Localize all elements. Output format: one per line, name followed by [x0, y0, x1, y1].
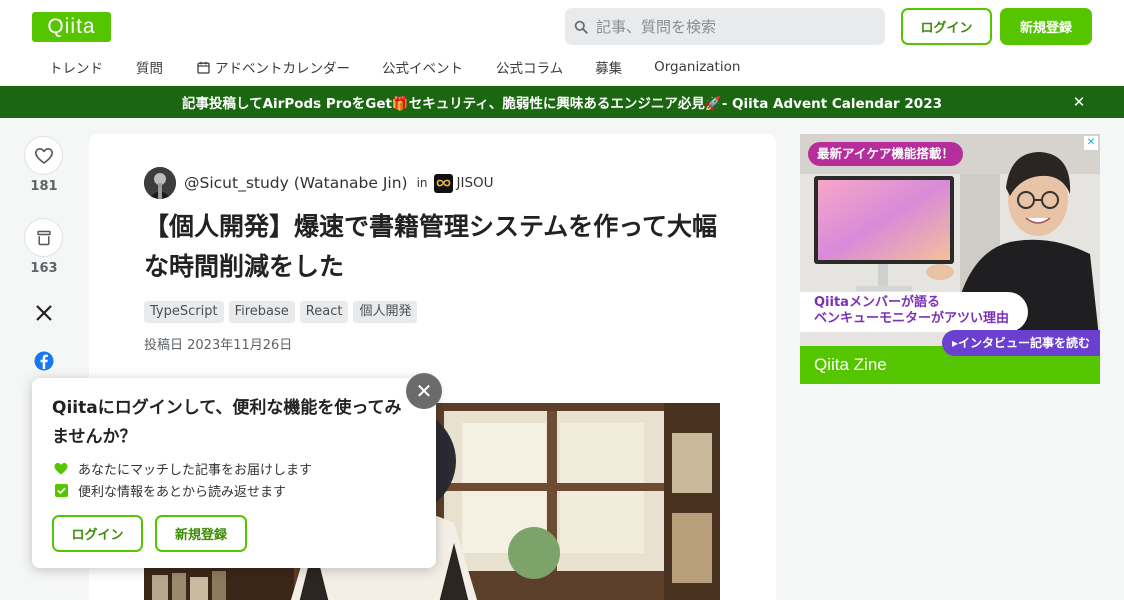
green-heart-icon	[54, 462, 68, 476]
article-title: 【個人開発】爆速で書籍管理システムを作って大幅な時間削減をした	[144, 212, 718, 281]
search-box[interactable]	[565, 8, 885, 45]
facebook-share-icon[interactable]	[33, 350, 55, 372]
header-signup-button[interactable]: 新規登録	[1000, 8, 1092, 45]
calendar-icon	[197, 61, 210, 74]
ad-caption-line1: Qiitaメンバーが語る	[814, 295, 940, 310]
ad-cta-button[interactable]: ▸インタビュー記事を読む	[941, 330, 1100, 356]
green-check-icon	[54, 484, 68, 498]
nav-official-columns[interactable]: 公式コラム	[496, 56, 563, 78]
ad-headline-pill: 最新アイケア機能搭載！	[808, 142, 963, 166]
like-button[interactable]	[24, 136, 63, 175]
tag-react[interactable]: React	[299, 301, 349, 323]
popup-feature-2-label: 便利な情報をあとから読み返せます	[78, 485, 287, 500]
stock-count: 163	[30, 261, 58, 276]
author-name[interactable]: @Sicut_study (Watanabe Jin)	[184, 174, 408, 192]
nav-recruitment[interactable]: 募集	[595, 56, 622, 78]
sidebar-ad[interactable]: 最新アイケア機能搭載！ ✕ Qiitaメンバーが語る ベンキューモニターがアツい…	[800, 134, 1100, 384]
search-input[interactable]	[596, 17, 876, 36]
organization-prefix: in	[416, 176, 428, 190]
popup-feature-readlater: 便利な情報をあとから読み返せます	[54, 481, 286, 500]
tag-firebase[interactable]: Firebase	[228, 301, 295, 323]
search-icon	[574, 20, 588, 34]
ad-caption: Qiitaメンバーが語る ベンキューモニターがアツい理由	[800, 292, 1028, 332]
x-share-icon[interactable]	[33, 302, 55, 324]
nav-advent-calendar[interactable]: アドベントカレンダー	[197, 56, 350, 78]
nav-questions[interactable]: 質問	[136, 56, 163, 78]
stock-button[interactable]	[24, 218, 63, 257]
author-row: @Sicut_study (Watanabe Jin) in JISOU	[144, 167, 494, 199]
global-nav: トレンド 質問 アドベントカレンダー 公式イベント 公式コラム 募集 Organ…	[32, 56, 740, 78]
qiita-logo[interactable]: Qiita	[32, 12, 111, 42]
login-prompt-popup: Qiitaにログインして、便利な機能を使ってみませんか？ あなたにマッチした記事…	[32, 378, 436, 568]
ad-caption-line2: ベンキューモニターがアツい理由	[814, 311, 1010, 326]
popup-feature-matched: あなたにマッチした記事をお届けします	[54, 459, 312, 478]
ad-info-icon[interactable]: ✕	[1084, 136, 1098, 150]
popup-feature-1-label: あなたにマッチした記事をお届けします	[78, 463, 313, 478]
tag-list: TypeScript Firebase React 個人開発	[144, 301, 422, 323]
heart-icon	[34, 147, 53, 164]
posted-date: 投稿日 2023年11月26日	[144, 338, 293, 353]
like-count: 181	[30, 179, 58, 194]
tag-typescript[interactable]: TypeScript	[144, 301, 224, 323]
nav-advent-calendar-label: アドベントカレンダー	[215, 61, 350, 77]
banner-text[interactable]: 記事投稿してAirPods ProをGet🎁セキュリティ、脆弱性に興味あるエンジ…	[182, 92, 942, 112]
popup-login-button[interactable]: ログイン	[52, 515, 143, 552]
nav-trend[interactable]: トレンド	[49, 56, 103, 78]
popup-close-icon[interactable]: ✕	[406, 373, 442, 409]
global-header: Qiita ログイン 新規登録 トレンド 質問 アドベントカレンダー 公式イベン…	[0, 0, 1124, 86]
nav-organization[interactable]: Organization	[654, 56, 740, 78]
popup-signup-button[interactable]: 新規登録	[155, 515, 247, 552]
stock-icon	[36, 230, 51, 245]
announcement-banner[interactable]: 記事投稿してAirPods ProをGet🎁セキュリティ、脆弱性に興味あるエンジ…	[0, 86, 1124, 118]
nav-official-events[interactable]: 公式イベント	[382, 56, 463, 78]
popup-title: Qiitaにログインして、便利な機能を使ってみませんか？	[52, 398, 402, 447]
header-login-button[interactable]: ログイン	[901, 8, 992, 45]
tag-personal-dev[interactable]: 個人開発	[353, 301, 418, 323]
banner-close-icon[interactable]: ✕	[1070, 93, 1088, 111]
organization-logo[interactable]	[433, 173, 453, 193]
organization-name[interactable]: JISOU	[457, 175, 494, 191]
author-avatar[interactable]	[144, 167, 176, 199]
